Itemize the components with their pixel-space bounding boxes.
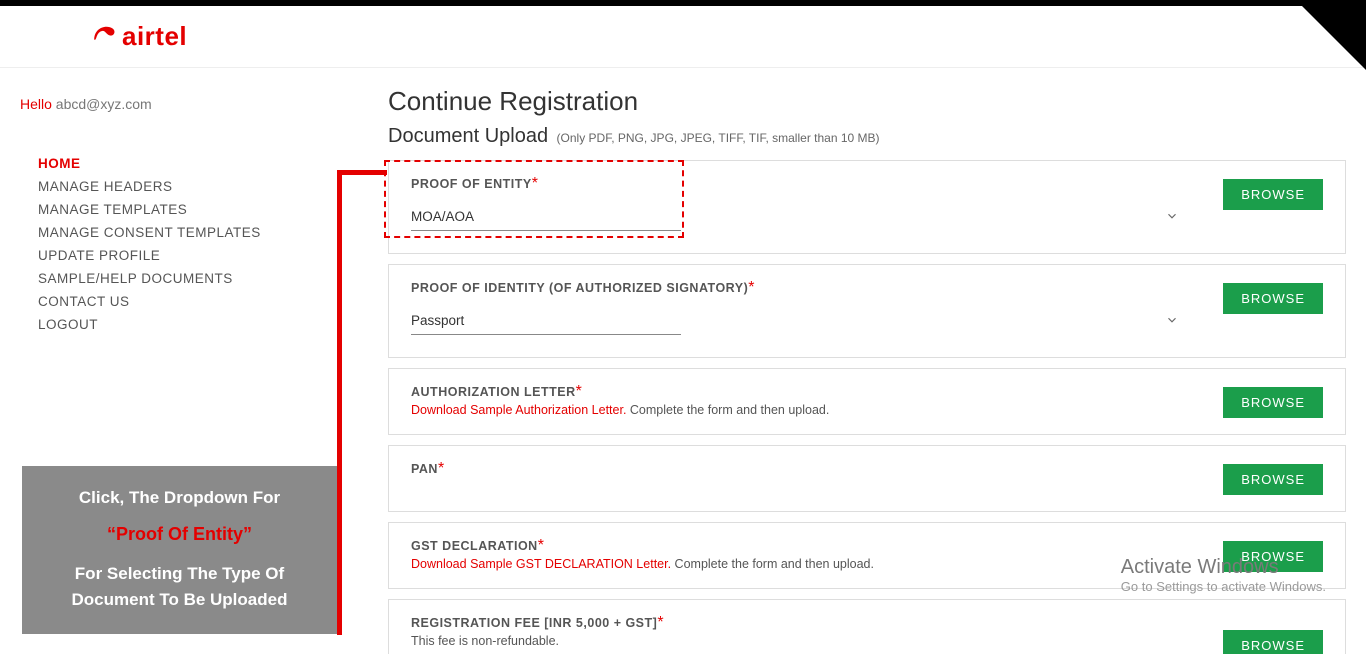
browse-button-fee[interactable]: BROWSE: [1223, 630, 1323, 654]
section-header: Document Upload (Only PDF, PNG, JPG, JPE…: [388, 125, 1346, 148]
chevron-down-icon: [1165, 209, 1179, 228]
browse-button-pan[interactable]: BROWSE: [1223, 464, 1323, 495]
required-marker: *: [438, 460, 444, 477]
section-note: (Only PDF, PNG, JPG, JPEG, TIFF, TIF, sm…: [557, 131, 880, 145]
select-proof-of-identity[interactable]: [411, 307, 681, 335]
page-title: Continue Registration: [388, 86, 1346, 117]
greeting: Hello abcd@xyz.com: [20, 96, 350, 112]
chevron-down-icon: [1165, 313, 1179, 332]
nav-home[interactable]: HOME: [38, 152, 350, 175]
callout-line-4: Document To Be Uploaded: [36, 587, 323, 613]
block-registration-fee: REGISTRATION FEE [INR 5,000 + GST]* This…: [388, 599, 1346, 654]
required-marker: *: [532, 175, 538, 192]
link-gst-sample[interactable]: Download Sample GST DECLARATION Letter.: [411, 557, 671, 571]
block-authorization-letter: AUTHORIZATION LETTER* Download Sample Au…: [388, 368, 1346, 435]
label-proof-of-entity: PROOF OF ENTITY: [411, 177, 532, 191]
nav-contact-us[interactable]: CONTACT US: [38, 290, 350, 313]
label-registration-fee: REGISTRATION FEE [INR 5,000 + GST]: [411, 616, 657, 630]
note-gst-tail: Complete the form and then upload.: [675, 557, 874, 571]
browse-button-identity[interactable]: BROWSE: [1223, 283, 1323, 314]
callout-line-3: For Selecting The Type Of: [36, 561, 323, 587]
greeting-email: abcd@xyz.com: [56, 96, 152, 112]
watermark-subtitle: Go to Settings to activate Windows.: [1121, 579, 1326, 594]
corner-notch: [1296, 0, 1366, 70]
block-proof-of-entity: PROOF OF ENTITY* BROWSE: [388, 160, 1346, 254]
nav-manage-headers[interactable]: MANAGE HEADERS: [38, 175, 350, 198]
nav-update-profile[interactable]: UPDATE PROFILE: [38, 244, 350, 267]
select-proof-of-entity[interactable]: [411, 203, 681, 231]
annotation-connector-vertical: [337, 170, 342, 635]
required-marker: *: [657, 614, 663, 631]
watermark-title: Activate Windows: [1121, 556, 1326, 579]
block-pan: PAN* BROWSE: [388, 445, 1346, 512]
annotation-callout: Click, The Dropdown For “Proof Of Entity…: [22, 466, 337, 634]
required-marker: *: [748, 279, 754, 296]
required-marker: *: [538, 537, 544, 554]
label-gst-declaration: GST DECLARATION: [411, 539, 538, 553]
label-pan: PAN: [411, 462, 438, 476]
note-auth-tail: Complete the form and then upload.: [630, 403, 829, 417]
brand-logo: airtel: [90, 20, 1366, 53]
brand-name: airtel: [122, 21, 187, 52]
link-auth-sample[interactable]: Download Sample Authorization Letter.: [411, 403, 626, 417]
label-proof-of-identity: PROOF OF IDENTITY (OF AUTHORIZED SIGNATO…: [411, 281, 748, 295]
callout-line-1: Click, The Dropdown For: [36, 488, 323, 508]
nav-menu: HOME MANAGE HEADERS MANAGE TEMPLATES MAN…: [20, 152, 350, 336]
annotation-connector-horizontal: [337, 170, 387, 175]
header: airtel: [0, 6, 1366, 68]
browse-button-entity[interactable]: BROWSE: [1223, 179, 1323, 210]
note-fee: This fee is non-refundable.: [411, 634, 1183, 648]
block-proof-of-identity: PROOF OF IDENTITY (OF AUTHORIZED SIGNATO…: [388, 264, 1346, 358]
nav-logout[interactable]: LOGOUT: [38, 313, 350, 336]
required-marker: *: [576, 383, 582, 400]
browse-button-auth[interactable]: BROWSE: [1223, 387, 1323, 418]
windows-activation-watermark: Activate Windows Go to Settings to activ…: [1121, 556, 1326, 594]
airtel-swirl-icon: [90, 20, 118, 53]
greeting-hello: Hello: [20, 96, 52, 112]
callout-line-2: “Proof Of Entity”: [36, 524, 323, 545]
nav-manage-templates[interactable]: MANAGE TEMPLATES: [38, 198, 350, 221]
section-title: Document Upload: [388, 125, 548, 148]
nav-sample-help-documents[interactable]: SAMPLE/HELP DOCUMENTS: [38, 267, 350, 290]
label-authorization-letter: AUTHORIZATION LETTER: [411, 385, 576, 399]
nav-manage-consent-templates[interactable]: MANAGE CONSENT TEMPLATES: [38, 221, 350, 244]
